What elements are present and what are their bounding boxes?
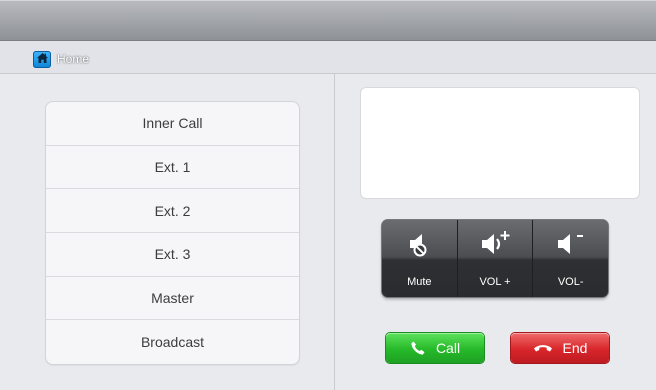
mute-label: Mute	[407, 276, 432, 288]
menu-item-master[interactable]: Master	[46, 277, 299, 321]
breadcrumb	[0, 41, 656, 74]
top-bar	[0, 0, 656, 41]
end-label: End	[562, 340, 588, 356]
home-icon	[36, 51, 49, 69]
volume-control-panel: Mute VOL + VOL-	[382, 220, 608, 297]
menu-item-inner-call[interactable]: Inner Call	[46, 102, 299, 146]
volume-down-icon	[554, 229, 588, 264]
breadcrumb-home-label[interactable]: Home	[57, 52, 89, 66]
volume-up-icon	[478, 229, 512, 264]
mute-icon	[404, 229, 434, 264]
call-display-panel	[360, 87, 640, 199]
menu-item-ext-3[interactable]: Ext. 3	[46, 233, 299, 277]
volume-up-button[interactable]: VOL +	[457, 220, 534, 297]
call-target-list: Inner Call Ext. 1 Ext. 2 Ext. 3 Master B…	[45, 101, 300, 365]
menu-item-ext-1[interactable]: Ext. 1	[46, 146, 299, 190]
call-button[interactable]: Call	[386, 333, 484, 363]
menu-item-ext-2[interactable]: Ext. 2	[46, 189, 299, 234]
volume-down-label: VOL-	[557, 276, 584, 288]
volume-up-label: VOL +	[479, 276, 511, 288]
end-button[interactable]: End	[511, 333, 609, 363]
home-button[interactable]	[33, 51, 51, 68]
phone-icon	[410, 340, 426, 356]
mute-button[interactable]: Mute	[382, 220, 458, 297]
volume-down-button[interactable]: VOL-	[533, 220, 608, 297]
menu-item-broadcast[interactable]: Broadcast	[46, 320, 299, 364]
hang-up-icon	[533, 342, 553, 354]
call-label: Call	[435, 340, 461, 356]
